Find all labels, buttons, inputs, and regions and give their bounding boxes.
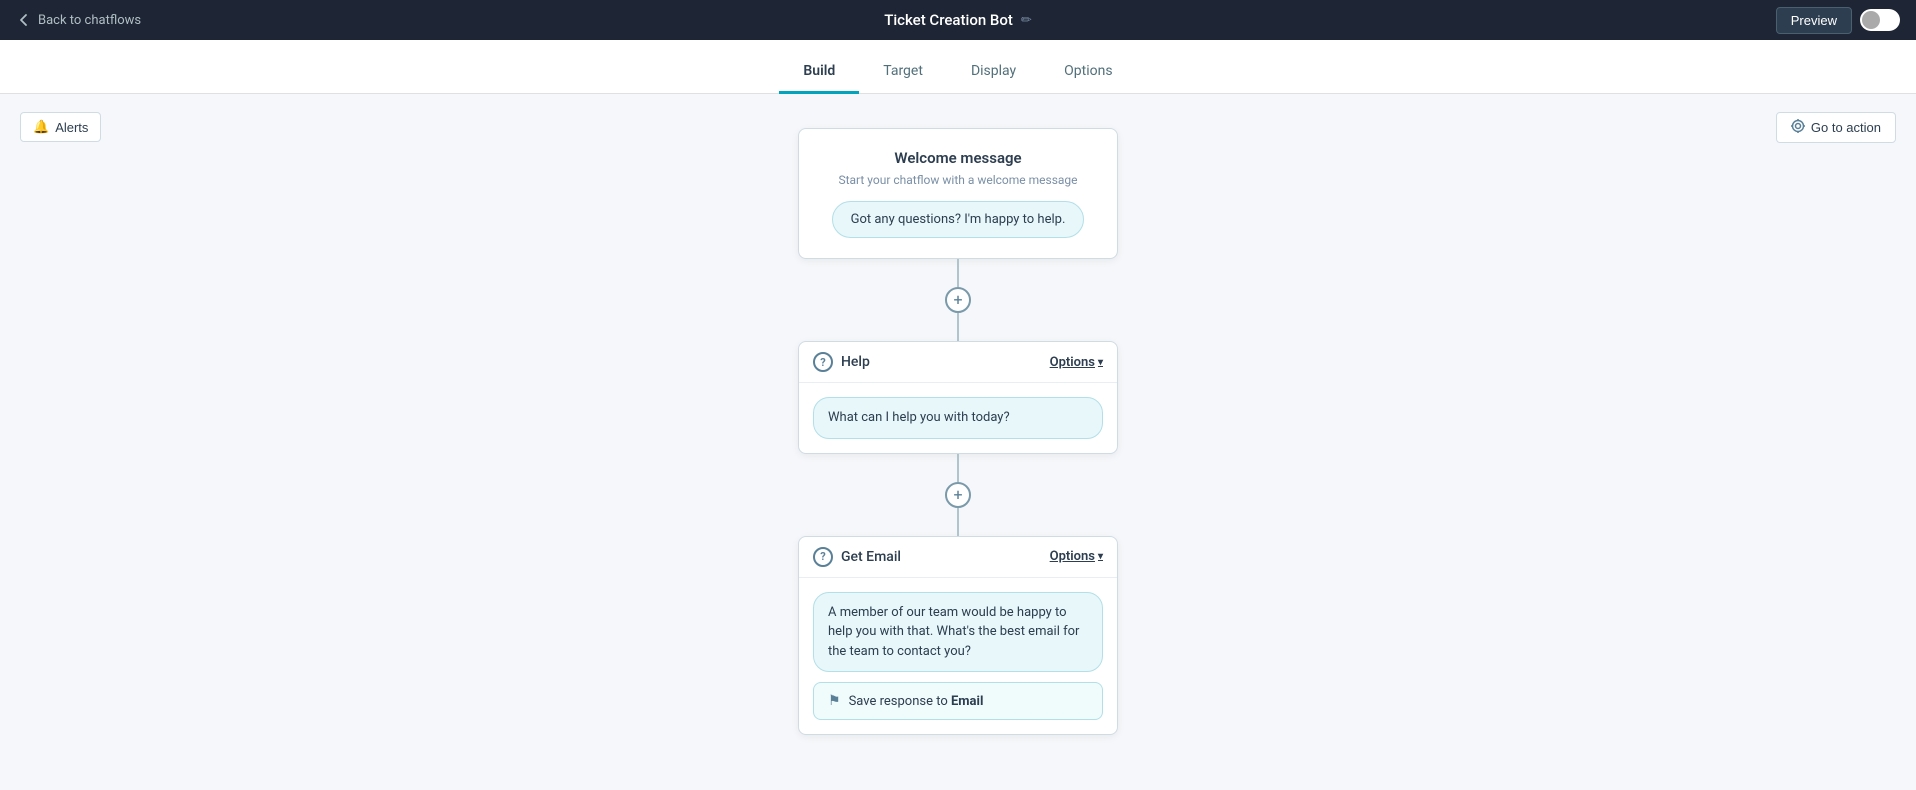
flag-icon: ⚑ — [828, 693, 841, 709]
connector-line-2b — [957, 508, 959, 536]
welcome-bubble: Got any questions? I'm happy to help. — [832, 201, 1085, 238]
alerts-button[interactable]: 🔔 Alerts — [20, 112, 101, 142]
help-step-header: ? Help Options ▾ — [799, 342, 1117, 383]
back-label: Back to chatflows — [38, 13, 141, 28]
help-step-icon: ? — [813, 352, 833, 372]
connector-line-2a — [957, 454, 959, 482]
back-to-chatflows-link[interactable]: Back to chatflows — [16, 12, 141, 28]
publish-toggle[interactable] — [1860, 9, 1900, 31]
help-options-chevron: ▾ — [1098, 357, 1103, 368]
flow-container: Welcome message Start your chatflow with… — [0, 128, 1916, 735]
target-icon — [1791, 119, 1805, 136]
welcome-card: Welcome message Start your chatflow with… — [798, 128, 1118, 259]
connector-2: + — [957, 454, 959, 536]
save-response-text: Save response to Email — [849, 694, 984, 709]
help-step-body: What can I help you with today? — [799, 383, 1117, 453]
connector-1: + — [957, 259, 959, 341]
welcome-card-subtitle: Start your chatflow with a welcome messa… — [819, 173, 1097, 187]
tab-build[interactable]: Build — [779, 53, 859, 94]
get-email-step-icon: ? — [813, 547, 833, 567]
go-to-action-button[interactable]: Go to action — [1776, 112, 1896, 143]
chatflow-title-group: Ticket Creation Bot ✏ — [884, 11, 1032, 29]
back-arrow-icon — [16, 12, 32, 28]
get-email-options-chevron: ▾ — [1098, 551, 1103, 562]
edit-title-icon[interactable]: ✏ — [1021, 13, 1032, 28]
chatflow-title: Ticket Creation Bot — [884, 11, 1013, 29]
get-email-step-left: ? Get Email — [813, 547, 901, 567]
help-options-label: Options — [1050, 355, 1095, 370]
nav-tabs: Build Target Display Options — [0, 40, 1916, 94]
get-email-step-card: ? Get Email Options ▾ A member of our te… — [798, 536, 1118, 736]
help-options-button[interactable]: Options ▾ — [1050, 355, 1103, 370]
get-email-chat-bubble: A member of our team would be happy to h… — [813, 592, 1103, 673]
canvas: 🔔 Alerts Go to action Welcome message St… — [0, 94, 1916, 790]
get-email-step-body: A member of our team would be happy to h… — [799, 578, 1117, 735]
help-chat-bubble: What can I help you with today? — [813, 397, 1103, 439]
top-bar: Back to chatflows Ticket Creation Bot ✏ … — [0, 0, 1916, 40]
help-step-card: ? Help Options ▾ What can I help you wit… — [798, 341, 1118, 454]
help-step-label: Help — [841, 354, 870, 370]
tab-options[interactable]: Options — [1040, 53, 1136, 94]
add-step-button-1[interactable]: + — [945, 287, 971, 313]
get-email-options-button[interactable]: Options ▾ — [1050, 549, 1103, 564]
alerts-label: Alerts — [55, 120, 88, 135]
preview-button[interactable]: Preview — [1776, 7, 1852, 34]
go-to-action-label: Go to action — [1811, 120, 1881, 135]
tab-display[interactable]: Display — [947, 53, 1040, 94]
top-bar-actions: Preview — [1776, 7, 1900, 34]
help-step-left: ? Help — [813, 352, 870, 372]
toggle-knob — [1862, 11, 1880, 29]
save-response-row: ⚑ Save response to Email — [813, 682, 1103, 720]
bell-icon: 🔔 — [33, 119, 49, 135]
welcome-card-title: Welcome message — [819, 149, 1097, 167]
get-email-options-label: Options — [1050, 549, 1095, 564]
tab-target[interactable]: Target — [859, 53, 947, 94]
get-email-step-label: Get Email — [841, 549, 901, 565]
add-step-button-2[interactable]: + — [945, 482, 971, 508]
get-email-step-header: ? Get Email Options ▾ — [799, 537, 1117, 578]
connector-line-1b — [957, 313, 959, 341]
connector-line-1a — [957, 259, 959, 287]
